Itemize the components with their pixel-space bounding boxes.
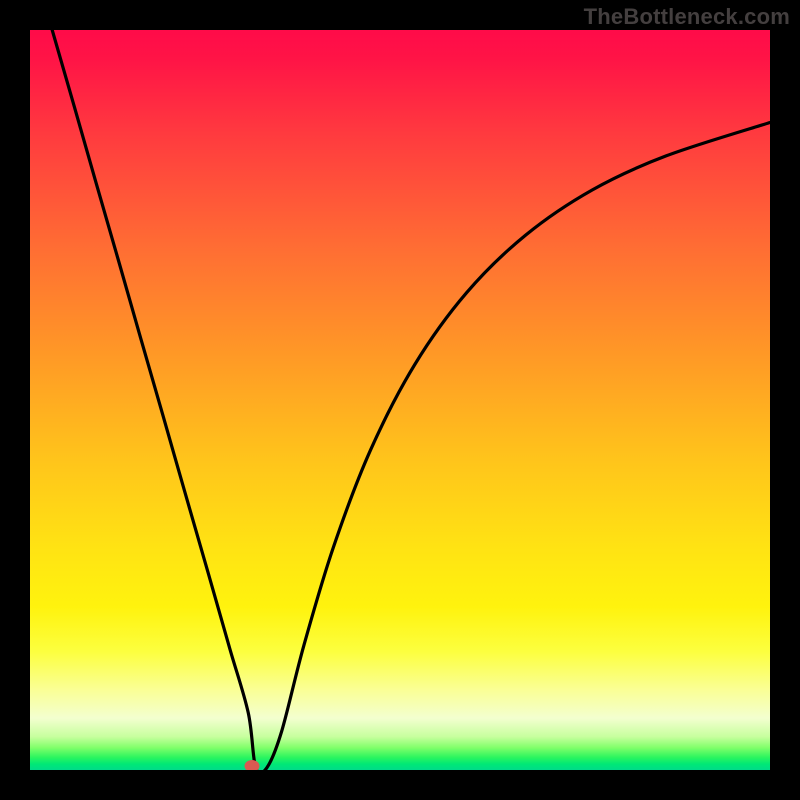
plot-area [30,30,770,770]
watermark-text: TheBottleneck.com [584,4,790,30]
minimum-marker-icon [245,760,260,770]
curve-path [52,30,770,770]
bottleneck-curve [30,30,770,770]
chart-frame: TheBottleneck.com [0,0,800,800]
